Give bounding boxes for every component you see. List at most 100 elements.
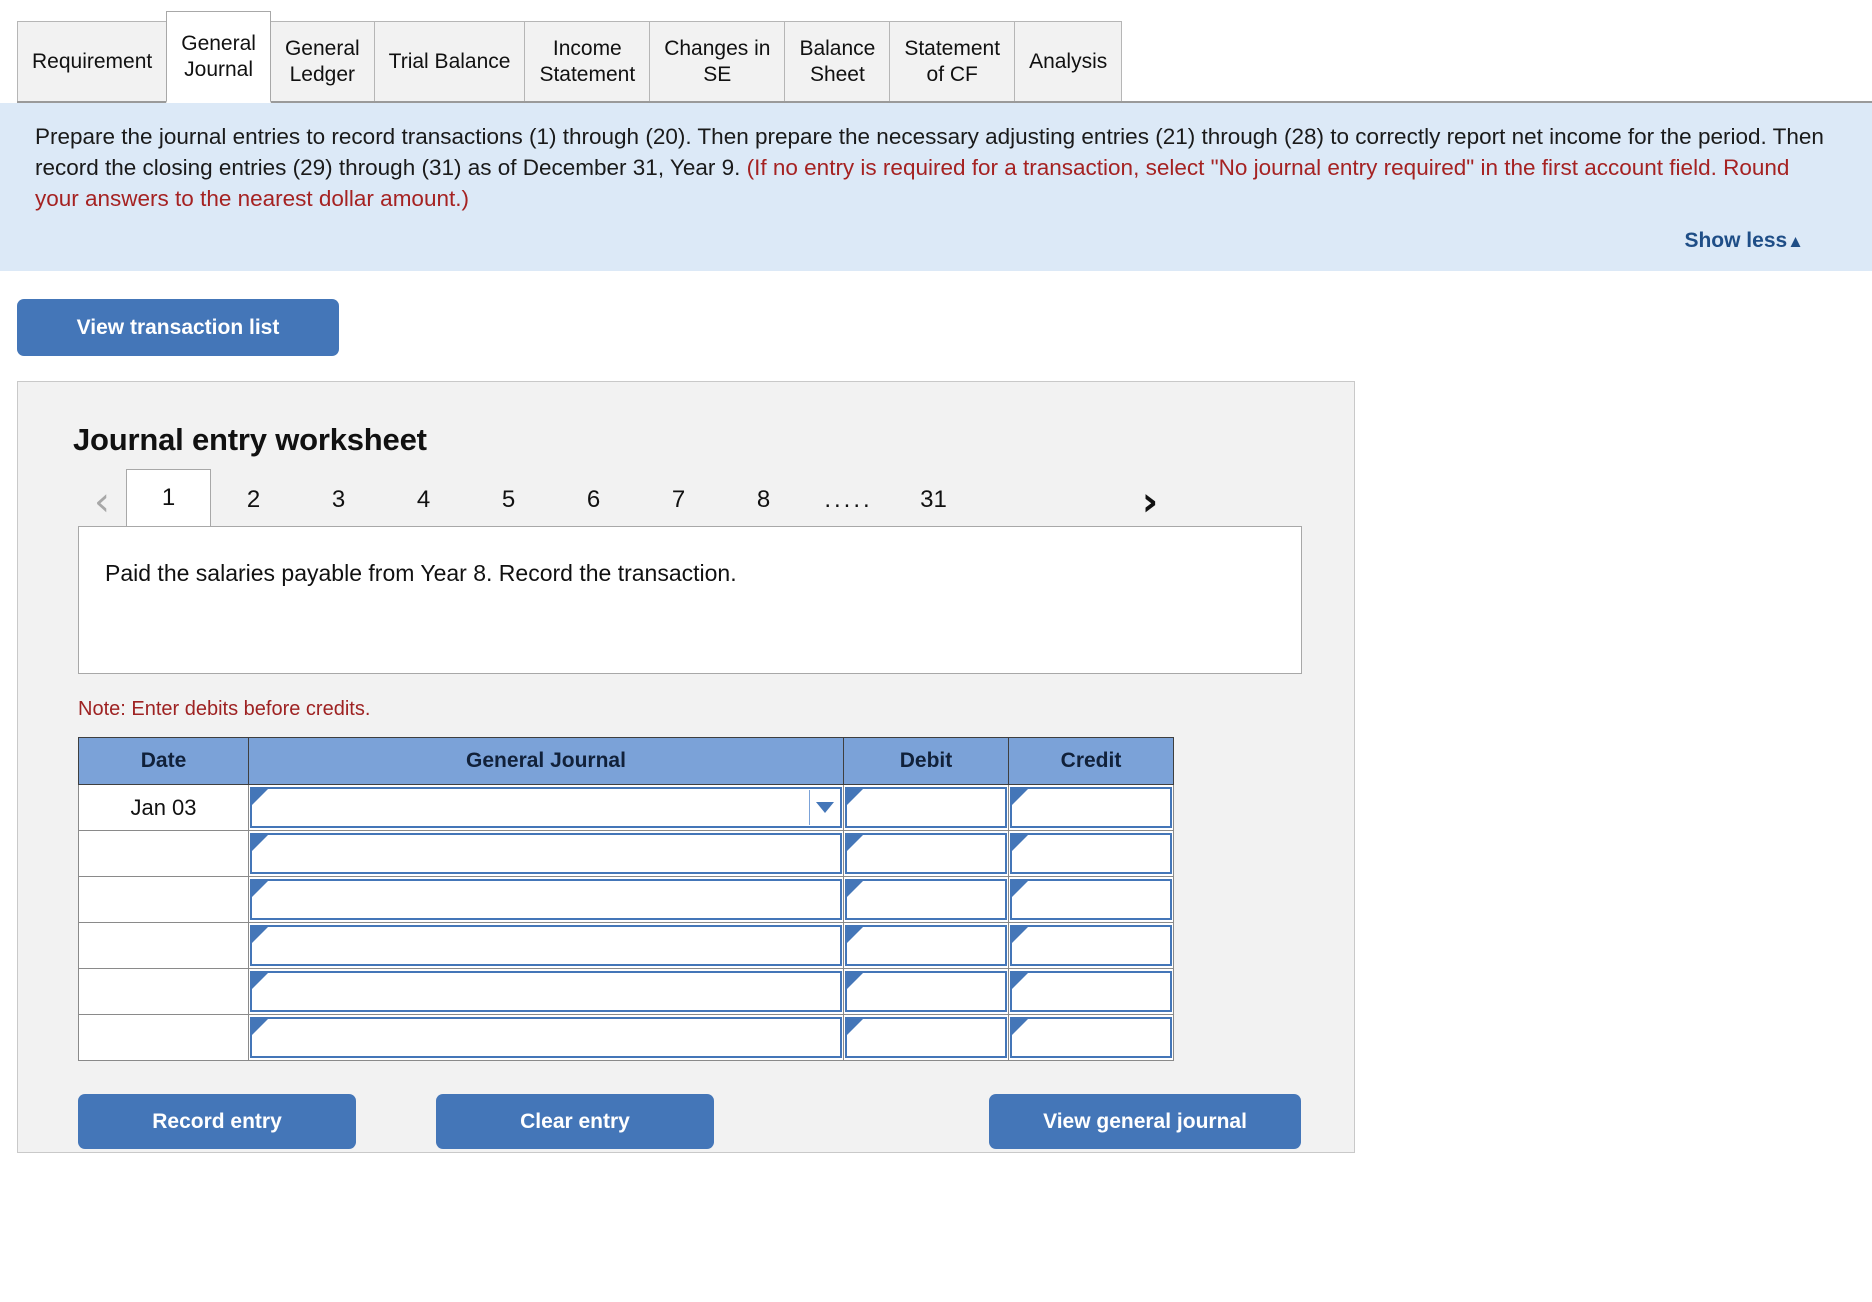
cell-general-journal <box>248 968 844 1015</box>
transaction-description-box: Paid the salaries payable from Year 8. R… <box>78 526 1302 674</box>
cell-corner-marker-icon <box>846 788 864 806</box>
cell-date[interactable] <box>78 1014 249 1061</box>
account-select-1[interactable] <box>250 833 842 874</box>
main-tab-bar: Requirement General Journal General Ledg… <box>0 0 1872 103</box>
chevron-down-icon <box>815 802 834 813</box>
pager-page-2[interactable]: 2 <box>211 474 296 526</box>
tab-analysis[interactable]: Analysis <box>1014 21 1123 103</box>
debit-input-5[interactable] <box>845 1017 1007 1058</box>
pager-page-4[interactable]: 4 <box>381 474 466 526</box>
tab-changes-in-se[interactable]: Changes in SE <box>649 21 786 103</box>
pager-page-6[interactable]: 6 <box>551 474 636 526</box>
tab-income-statement[interactable]: Income Statement <box>524 21 651 103</box>
pager-page-7[interactable]: 7 <box>636 474 721 526</box>
debit-input-1[interactable] <box>845 833 1007 874</box>
show-less-toggle[interactable]: Show less▲ <box>1684 225 1804 257</box>
account-select-3[interactable] <box>250 925 842 966</box>
credit-input-3[interactable] <box>1010 925 1172 966</box>
table-header-row: Date General Journal Debit Credit <box>78 737 1174 785</box>
cell-corner-marker-icon <box>846 880 864 898</box>
cell-corner-marker-icon <box>251 880 269 898</box>
cell-debit <box>843 830 1009 877</box>
cell-general-journal <box>248 1014 844 1061</box>
record-entry-button[interactable]: Record entry <box>78 1094 356 1149</box>
cell-corner-marker-icon <box>1011 834 1029 852</box>
cell-corner-marker-icon <box>1011 926 1029 944</box>
cell-corner-marker-icon <box>846 926 864 944</box>
cell-general-journal <box>248 922 844 969</box>
table-row <box>78 876 1174 923</box>
credit-input-0[interactable] <box>1010 787 1172 828</box>
cell-date[interactable] <box>78 876 249 923</box>
debit-input-3[interactable] <box>845 925 1007 966</box>
cell-credit <box>1008 830 1174 877</box>
cell-debit <box>843 922 1009 969</box>
cell-corner-marker-icon <box>1011 788 1029 806</box>
account-select-2[interactable] <box>250 879 842 920</box>
column-header-credit: Credit <box>1008 737 1174 785</box>
pager-page-31[interactable]: 31 <box>891 474 976 526</box>
pager-ellipsis: ..... <box>824 486 873 513</box>
cell-corner-marker-icon <box>846 972 864 990</box>
view-transaction-list-row: View transaction list <box>0 271 1872 356</box>
journal-table-wrap: Date General Journal Debit Credit Jan 03 <box>18 721 1354 1061</box>
pager-prev-chevron-icon[interactable]: ‹ <box>78 482 126 526</box>
clear-entry-button[interactable]: Clear entry <box>436 1094 714 1149</box>
view-transaction-list-button[interactable]: View transaction list <box>17 299 339 356</box>
cell-corner-marker-icon <box>1011 972 1029 990</box>
debit-input-4[interactable] <box>845 971 1007 1012</box>
cell-debit <box>843 876 1009 923</box>
account-select-5[interactable] <box>250 1017 842 1058</box>
account-select-0[interactable] <box>250 787 842 828</box>
cell-debit <box>843 968 1009 1015</box>
cell-date[interactable] <box>78 968 249 1015</box>
debit-input-0[interactable] <box>845 787 1007 828</box>
pager-page-5[interactable]: 5 <box>466 474 551 526</box>
cell-general-journal <box>248 784 844 831</box>
cell-credit <box>1008 784 1174 831</box>
column-header-general-journal: General Journal <box>248 737 844 785</box>
pager-page-3[interactable]: 3 <box>296 474 381 526</box>
table-row: Jan 03 <box>78 784 1174 831</box>
journal-entry-worksheet-panel: Journal entry worksheet ‹ 1 2 3 4 5 6 7 … <box>17 381 1355 1153</box>
pager-page-1[interactable]: 1 <box>126 469 211 526</box>
cell-general-journal <box>248 876 844 923</box>
credit-input-4[interactable] <box>1010 971 1172 1012</box>
cell-debit <box>843 784 1009 831</box>
column-header-debit: Debit <box>843 737 1009 785</box>
cell-corner-marker-icon <box>846 834 864 852</box>
credit-input-5[interactable] <box>1010 1017 1172 1058</box>
table-row <box>78 968 1174 1015</box>
column-header-date: Date <box>78 737 249 785</box>
cell-credit <box>1008 1014 1174 1061</box>
pager-next-chevron-icon[interactable]: › <box>1126 482 1174 526</box>
tab-general-ledger[interactable]: General Ledger <box>269 21 375 103</box>
worksheet-title: Journal entry worksheet <box>73 422 427 457</box>
account-select-4[interactable] <box>250 971 842 1012</box>
cell-corner-marker-icon <box>251 926 269 944</box>
instruction-banner: Prepare the journal entries to record tr… <box>0 103 1872 271</box>
tab-general-journal[interactable]: General Journal <box>166 11 271 103</box>
table-row <box>78 922 1174 969</box>
caret-up-icon: ▲ <box>1787 232 1804 251</box>
cell-debit <box>843 1014 1009 1061</box>
cell-corner-marker-icon <box>251 834 269 852</box>
tab-balance-sheet[interactable]: Balance Sheet <box>784 21 891 103</box>
view-general-journal-button[interactable]: View general journal <box>989 1094 1301 1149</box>
debit-input-2[interactable] <box>845 879 1007 920</box>
cell-corner-marker-icon <box>1011 880 1029 898</box>
pager-page-8[interactable]: 8 <box>721 474 806 526</box>
cell-credit <box>1008 876 1174 923</box>
tab-trial-balance[interactable]: Trial Balance <box>373 21 526 103</box>
tab-statement-of-cf[interactable]: Statement of CF <box>889 21 1016 103</box>
account-dropdown-arrow-0[interactable] <box>809 790 839 825</box>
cell-corner-marker-icon <box>251 972 269 990</box>
cell-date: Jan 03 <box>78 784 249 831</box>
cell-date[interactable] <box>78 830 249 877</box>
cell-date[interactable] <box>78 922 249 969</box>
cell-corner-marker-icon <box>846 1018 864 1036</box>
credit-input-1[interactable] <box>1010 833 1172 874</box>
credit-input-2[interactable] <box>1010 879 1172 920</box>
cell-credit <box>1008 922 1174 969</box>
tab-requirement[interactable]: Requirement <box>17 21 168 103</box>
